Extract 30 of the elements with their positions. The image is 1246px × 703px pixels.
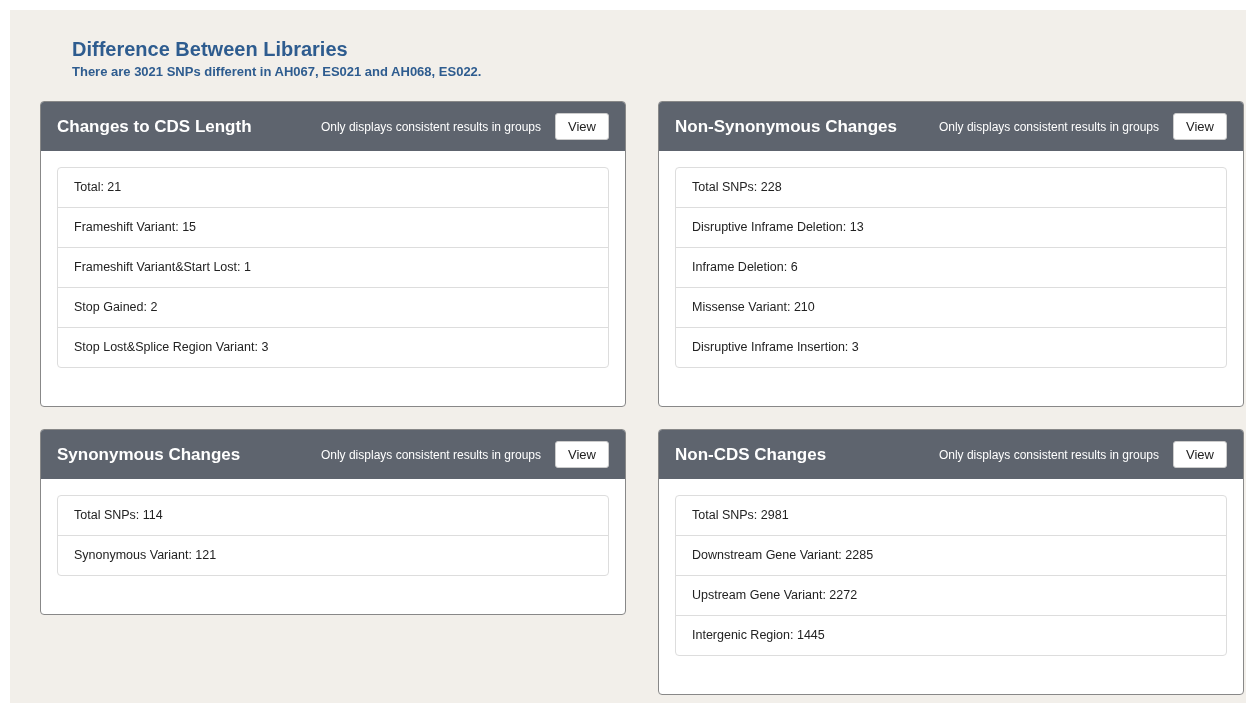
view-button[interactable]: View xyxy=(1173,113,1227,140)
panel-note: Only displays consistent results in groups xyxy=(938,119,1160,134)
list-item: Inframe Deletion: 6 xyxy=(676,247,1226,287)
panel-note: Only displays consistent results in groups xyxy=(938,447,1160,462)
panel-note: Only displays consistent results in groups xyxy=(320,447,542,462)
panel-note: Only displays consistent results in groups xyxy=(320,119,542,134)
list-item: Synonymous Variant: 121 xyxy=(58,535,608,575)
page-subtitle: There are 3021 SNPs different in AH067, ES021 and AH068, ES022. xyxy=(72,64,483,79)
list-item: Downstream Gene Variant: 2285 xyxy=(676,535,1226,575)
panel-title: Non-Synonymous Changes xyxy=(675,116,898,137)
panel-title: Synonymous Changes xyxy=(57,444,242,465)
list-item: Total: 21 xyxy=(73,179,123,196)
list-item: Disruptive Inframe Deletion: 13 xyxy=(676,207,1226,247)
list-item: Stop Lost&Splice Region Variant: 3 xyxy=(58,327,608,367)
list-item: Stop Gained: 2 xyxy=(58,287,608,327)
list-item: Total SNPs: 114 xyxy=(73,507,164,524)
list-item: Missense Variant: 210 xyxy=(676,287,1226,327)
list-item: Upstream Gene Variant: 2272 xyxy=(676,575,1226,615)
list-item: Intergenic Region: 1445 xyxy=(676,615,1226,655)
panel-title: Non-CDS Changes xyxy=(675,444,828,465)
panel-title: Changes to CDS Length xyxy=(57,116,253,137)
list-item: Disruptive Inframe Insertion: 3 xyxy=(676,327,1226,367)
view-button[interactable]: View xyxy=(555,441,609,468)
view-button[interactable]: View xyxy=(555,113,609,140)
list-item: Total SNPs: 2981 xyxy=(691,507,790,524)
view-button[interactable]: View xyxy=(1173,441,1227,468)
list-item: Total SNPs: 228 xyxy=(691,179,783,196)
list-item: Frameshift Variant&Start Lost: 1 xyxy=(58,247,608,287)
list-item: Frameshift Variant: 15 xyxy=(58,207,608,247)
page-title: Difference Between Libraries xyxy=(72,37,349,62)
